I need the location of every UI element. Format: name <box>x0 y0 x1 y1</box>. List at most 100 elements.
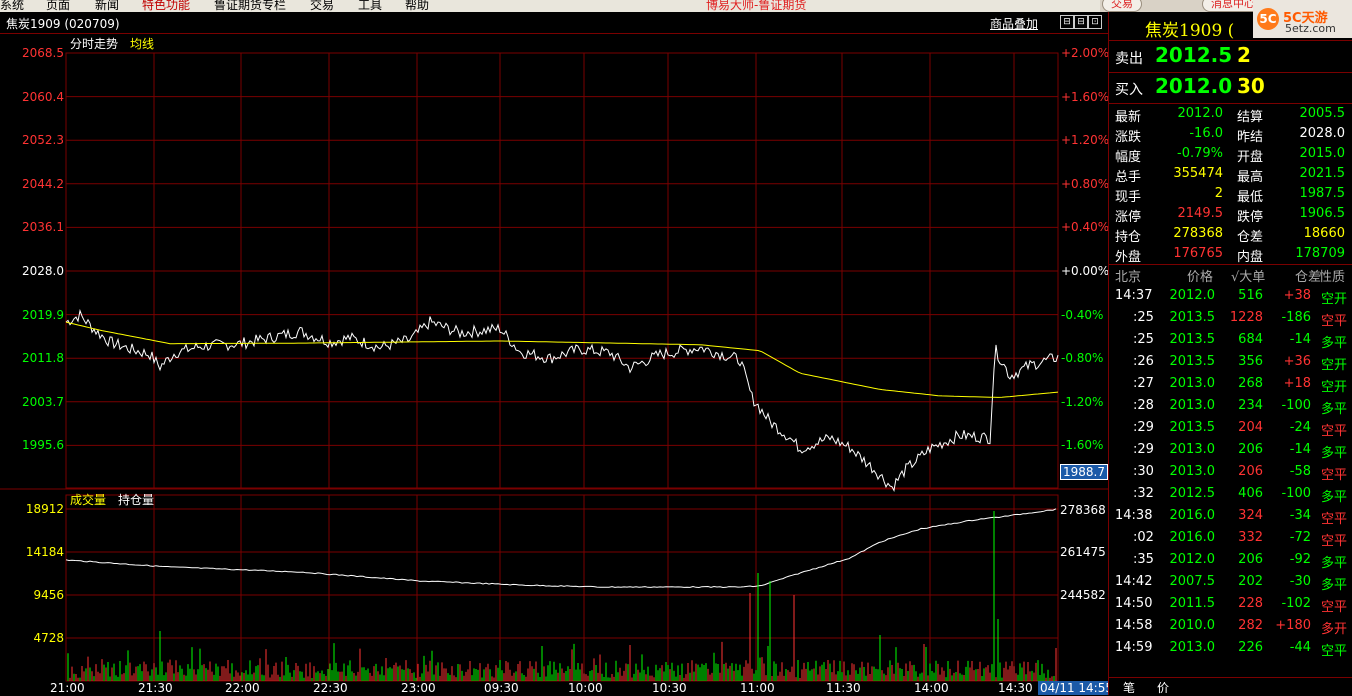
tick-row[interactable]: :27 2013.0 268 +18 空开 <box>1109 376 1352 396</box>
chart-title-bar: 焦炭1909 (020709) 商品叠加 ⊟ ⊟ ⊡ <box>0 12 1108 34</box>
tick-nature: 空平 <box>1320 314 1347 329</box>
tick-oi-diff: -24 <box>1289 420 1311 435</box>
stat-label: 昨结 <box>1237 130 1264 145</box>
price-tick-label: 2068.5 <box>22 46 64 60</box>
tick-header-big: √大单 <box>1231 270 1266 285</box>
menu-item[interactable]: 鲁证期货专栏 <box>214 0 286 12</box>
tick-price: 2010.0 <box>1169 618 1216 633</box>
bid-row: 买入 2012.0 30 <box>1109 73 1352 103</box>
tick-price: 2013.5 <box>1169 310 1216 325</box>
tick-time: :29 <box>1133 442 1154 457</box>
menu-item[interactable]: 系统 <box>0 0 24 12</box>
price-tick-label: 2011.8 <box>22 351 64 366</box>
tick-time: 14:59 <box>1115 640 1153 655</box>
menu-item[interactable]: 页面 <box>46 0 70 12</box>
window-control-icon[interactable]: ⊡ <box>1088 15 1102 29</box>
divider <box>1109 264 1352 265</box>
trade-button[interactable]: 交易 <box>1102 0 1142 12</box>
tick-price: 2013.0 <box>1169 464 1216 479</box>
tick-time: :26 <box>1133 354 1154 369</box>
volume-tick-label: 14184 <box>25 545 64 559</box>
tick-oi-diff: -44 <box>1289 640 1311 655</box>
tick-row[interactable]: :25 2013.5 684 -14 多平 <box>1109 332 1352 352</box>
tab-prices[interactable]: 价 <box>1157 679 1169 696</box>
stat-value: 176765 <box>1173 246 1223 261</box>
average-legend: 均线 <box>130 37 155 51</box>
menu-item[interactable]: 新闻 <box>95 0 119 12</box>
tick-row[interactable]: :25 2013.5 1228 -186 空平 <box>1109 310 1352 330</box>
ask-label: 卖出 <box>1115 51 1143 67</box>
tick-oi-diff: -100 <box>1281 486 1311 501</box>
tick-row[interactable]: 14:50 2011.5 228 -102 空平 <box>1109 596 1352 616</box>
open-interest-tick-label: 261475 <box>1060 545 1106 559</box>
tick-row[interactable]: :35 2012.0 206 -92 多平 <box>1109 552 1352 572</box>
tick-price: 2012.5 <box>1169 486 1216 501</box>
tick-row[interactable]: 14:37 2012.0 516 +38 空开 <box>1109 288 1352 308</box>
window-control-icon[interactable]: ⊟ <box>1074 15 1088 29</box>
tick-nature: 多平 <box>1320 336 1347 351</box>
tick-row[interactable]: :28 2013.0 234 -100 多平 <box>1109 398 1352 418</box>
menu-item[interactable]: 工具 <box>358 0 382 12</box>
percent-tick-label: +0.00% <box>1061 264 1110 278</box>
tick-price: 2013.5 <box>1169 354 1216 369</box>
stat-label: 开盘 <box>1237 150 1264 165</box>
stat-label: 持仓 <box>1115 230 1142 245</box>
stat-value: 2021.5 <box>1299 166 1346 181</box>
tick-row[interactable]: :26 2013.5 356 +36 空开 <box>1109 354 1352 374</box>
open-interest-legend: 持仓量 <box>118 493 155 507</box>
tick-oi-diff: +18 <box>1283 376 1311 391</box>
time-tick-label: 11:00 <box>740 681 775 695</box>
stat-label: 外盘 <box>1115 250 1142 265</box>
menu-item[interactable]: 特色功能 <box>142 0 190 12</box>
tick-volume: 204 <box>1238 420 1263 435</box>
time-tick-label: 10:30 <box>652 681 687 695</box>
tick-volume: 332 <box>1238 530 1263 545</box>
menu-item[interactable]: 帮助 <box>405 0 429 12</box>
cursor-price-badge: 1988.7 <box>1060 464 1108 480</box>
intraday-chart[interactable]: 分时走势 均线 成交量 持仓量 2068.5 2060.4 2052.3 2044.2 2036… <box>0 33 1115 695</box>
tick-volume: 268 <box>1238 376 1263 391</box>
tick-oi-diff: -30 <box>1289 574 1311 589</box>
price-tick-label: 2044.2 <box>22 176 64 191</box>
tick-row[interactable]: 14:38 2016.0 324 -34 空平 <box>1109 508 1352 528</box>
overlay-commodity-link[interactable]: 商品叠加 <box>990 15 1038 32</box>
price-tick-label: 2028.0 <box>22 264 64 278</box>
tick-volume: 406 <box>1238 486 1263 501</box>
tick-volume: 226 <box>1238 640 1263 655</box>
stat-label: 涨停 <box>1115 210 1142 225</box>
ask-volume: 2 <box>1237 43 1251 67</box>
tick-row[interactable]: 14:58 2010.0 282 +180 多开 <box>1109 618 1352 638</box>
bid-volume: 30 <box>1237 74 1265 98</box>
stat-label: 现手 <box>1115 190 1142 205</box>
tick-time: 14:50 <box>1115 596 1153 611</box>
time-tick-label: 11:30 <box>826 681 861 695</box>
open-interest-line <box>65 508 1057 589</box>
stat-label: 最高 <box>1237 170 1264 185</box>
tick-row[interactable]: 14:59 2013.0 226 -44 空平 <box>1109 640 1352 660</box>
tick-row[interactable]: :29 2013.0 206 -14 多平 <box>1109 442 1352 462</box>
window-control-icon[interactable]: ⊟ <box>1060 15 1074 29</box>
tick-oi-diff: +38 <box>1283 288 1311 303</box>
tab-trades[interactable]: 笔 <box>1123 679 1135 696</box>
tick-row[interactable]: :32 2012.5 406 -100 多平 <box>1109 486 1352 506</box>
quote-panel: 焦炭1909 ( 5C 5C天游 5etz.com 卖出 2012.5 2 买入… <box>1108 0 1352 696</box>
symbol-title: 焦炭1909 (020709) <box>6 17 120 31</box>
bid-label: 买入 <box>1115 82 1143 98</box>
open-interest-tick-label: 278368 <box>1060 503 1106 517</box>
tick-nature: 多平 <box>1320 490 1347 505</box>
tick-nature: 空开 <box>1320 358 1347 373</box>
tick-row[interactable]: :29 2013.5 204 -24 空平 <box>1109 420 1352 440</box>
percent-tick-label: -0.80% <box>1061 351 1104 366</box>
tick-volume: 356 <box>1238 354 1263 369</box>
percent-tick-label: +0.40% <box>1061 220 1110 235</box>
tick-row[interactable]: :02 2016.0 332 -72 空平 <box>1109 530 1352 550</box>
tick-nature: 空开 <box>1320 292 1347 307</box>
tick-row[interactable]: :30 2013.0 206 -58 空平 <box>1109 464 1352 484</box>
tick-volume: 202 <box>1238 574 1263 589</box>
menu-item[interactable]: 交易 <box>310 0 334 12</box>
tick-time: :32 <box>1133 486 1154 501</box>
percent-tick-label: -0.40% <box>1061 307 1104 322</box>
tick-row[interactable]: 14:42 2007.5 202 -30 多平 <box>1109 574 1352 594</box>
price-line <box>65 308 1059 493</box>
tick-oi-diff: +180 <box>1275 618 1311 633</box>
